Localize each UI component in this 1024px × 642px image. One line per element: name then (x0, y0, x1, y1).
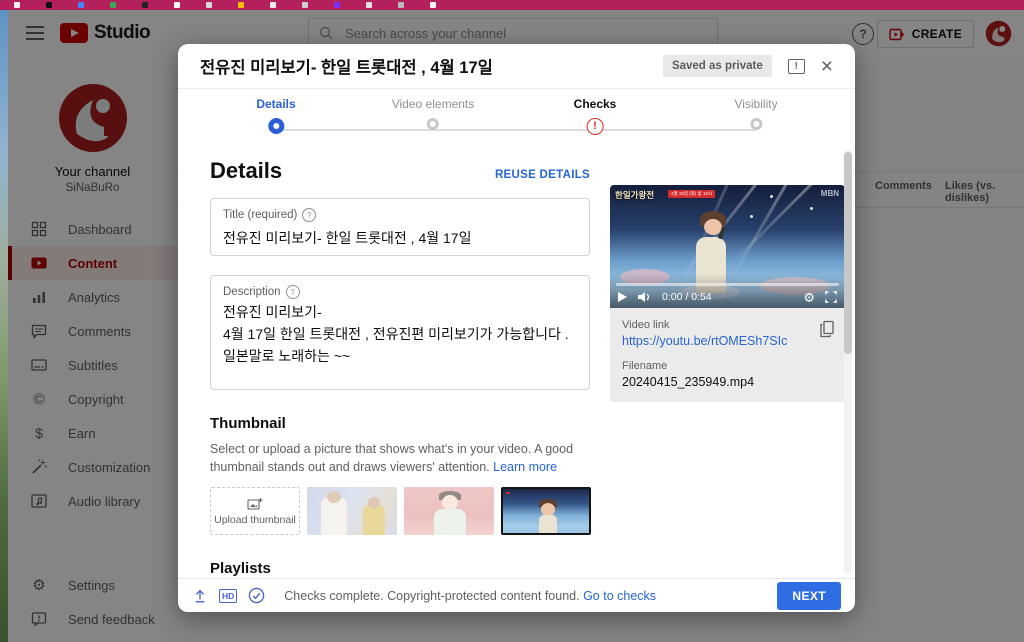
video-link[interactable]: https://youtu.be/rtOMESh7SIc (622, 334, 833, 348)
bookmark-favicon[interactable] (142, 2, 148, 8)
description-field[interactable]: Description ? 전유진 미리보기- 4월 17일 한일 트롯대전 ,… (210, 275, 590, 390)
checks-status-text: Checks complete. Copyright-protected con… (284, 589, 579, 603)
help-icon[interactable]: ? (302, 208, 316, 222)
upload-status-icon (192, 588, 208, 604)
details-heading: Details (210, 158, 495, 184)
bookmark-favicon[interactable] (206, 2, 212, 8)
reuse-details-button[interactable]: REUSE DETAILS (495, 169, 590, 181)
description-line: 전유진 미리보기- (223, 301, 577, 323)
title-field-label: Title (required) (223, 209, 297, 221)
fullscreen-icon[interactable] (825, 291, 837, 303)
play-icon[interactable] (618, 292, 627, 302)
details-column: Details REUSE DETAILS Title (required) ?… (210, 146, 590, 578)
step-label: Video elements (392, 97, 475, 111)
bookmark-favicon[interactable] (366, 2, 372, 8)
copy-icon[interactable] (819, 320, 835, 338)
description-line: 일본말로 노래하는 ~~ (223, 345, 577, 367)
scrollbar-thumb[interactable] (844, 152, 852, 354)
browser-bookmarks-bar (0, 0, 1024, 10)
send-feedback-icon[interactable]: ! (788, 59, 805, 74)
stepper-line (274, 129, 756, 131)
dialog-footer: HD Checks complete. Copyright-protected … (178, 578, 855, 612)
step-video-elements[interactable]: Video elements (392, 97, 475, 130)
bookmark-favicon[interactable] (14, 2, 20, 8)
step-dot (427, 118, 439, 130)
upload-thumbnail-label: Upload thumbnail (214, 514, 296, 526)
thumbnail-logo-chip (506, 492, 510, 494)
video-player[interactable]: 한일가왕전 4월 16일 (화) 밤 10시 MBN 0:00 / 0:54 ⚙ (610, 185, 845, 308)
bookmark-favicon[interactable] (334, 2, 340, 8)
auto-thumbnail-1[interactable] (307, 487, 397, 535)
bookmark-favicon[interactable] (398, 2, 404, 8)
step-label: Visibility (734, 97, 777, 111)
player-settings-icon[interactable]: ⚙ (803, 291, 815, 304)
close-icon[interactable]: × (821, 56, 833, 77)
hd-status-icon: HD (219, 589, 237, 603)
show-logo-overlay: 한일가왕전 (615, 189, 654, 201)
auto-thumbnail-3-selected[interactable] (501, 487, 591, 535)
bookmark-favicon[interactable] (302, 2, 308, 8)
title-field[interactable]: Title (required) ? 전유진 미리보기- 한일 트롯대전 , 4… (210, 198, 590, 256)
dialog-scrollbar[interactable] (844, 150, 852, 574)
dialog-header: 전유진 미리보기- 한일 트롯대전 , 4월 17일 Saved as priv… (178, 44, 855, 89)
checks-done-icon (248, 587, 265, 604)
step-dot-active (268, 118, 284, 134)
thumbnail-learn-more-link[interactable]: Learn more (493, 460, 557, 474)
description-line: 4월 17일 한일 트롯대전 , 전유진편 미리보기가 가능합니다 . (223, 323, 577, 345)
bookmark-favicon[interactable] (46, 2, 52, 8)
stepper: Details Video elements Checks ! Visibili… (178, 89, 855, 146)
video-details-dialog: 전유진 미리보기- 한일 트롯대전 , 4월 17일 Saved as priv… (178, 44, 855, 612)
saved-status-badge: Saved as private (663, 55, 772, 77)
bookmark-favicon[interactable] (238, 2, 244, 8)
step-checks[interactable]: Checks ! (574, 97, 617, 135)
step-label: Details (256, 97, 295, 111)
dialog-body: Details REUSE DETAILS Title (required) ?… (178, 146, 855, 578)
upload-image-icon (247, 497, 263, 511)
time-display: 0:00 / 0:54 (662, 291, 712, 303)
step-dot (750, 118, 762, 130)
bookmark-favicon[interactable] (270, 2, 276, 8)
broadcast-date-badge: 4월 16일 (화) 밤 10시 (668, 190, 715, 198)
bookmark-favicon[interactable] (78, 2, 84, 8)
network-logo: MBN (821, 189, 839, 198)
player-controls: 0:00 / 0:54 ⚙ (610, 286, 845, 308)
video-title-heading: 전유진 미리보기- 한일 트롯대전 , 4월 17일 (200, 54, 663, 78)
video-preview-card: 한일가왕전 4월 16일 (화) 밤 10시 MBN 0:00 / 0:54 ⚙ (610, 185, 845, 402)
auto-thumbnail-2[interactable] (404, 487, 494, 535)
description-field-label: Description (223, 286, 281, 298)
thumbnail-options: Upload thumbnail (210, 487, 590, 535)
upload-thumbnail-button[interactable]: Upload thumbnail (210, 487, 300, 535)
next-button[interactable]: NEXT (777, 582, 841, 610)
step-details[interactable]: Details (256, 97, 295, 134)
filename-value: 20240415_235949.mp4 (622, 375, 833, 389)
filename-label: Filename (622, 360, 833, 372)
video-link-label: Video link (622, 319, 833, 331)
help-icon[interactable]: ? (286, 285, 300, 299)
title-field-value: 전유진 미리보기- 한일 트롯대전 , 4월 17일 (223, 227, 577, 249)
go-to-checks-link[interactable]: Go to checks (583, 589, 656, 603)
step-label: Checks (574, 97, 617, 111)
bookmark-favicon[interactable] (174, 2, 180, 8)
bookmark-favicon[interactable] (430, 2, 436, 8)
volume-icon[interactable] (637, 291, 652, 303)
step-visibility[interactable]: Visibility (734, 97, 777, 130)
bookmark-favicon[interactable] (110, 2, 116, 8)
step-dot-error: ! (586, 118, 603, 135)
playlists-heading: Playlists (210, 560, 590, 577)
thumbnail-heading: Thumbnail (210, 415, 590, 432)
video-info: Video link https://youtu.be/rtOMESh7SIc … (610, 308, 845, 402)
desktop-wallpaper-strip (0, 10, 8, 642)
